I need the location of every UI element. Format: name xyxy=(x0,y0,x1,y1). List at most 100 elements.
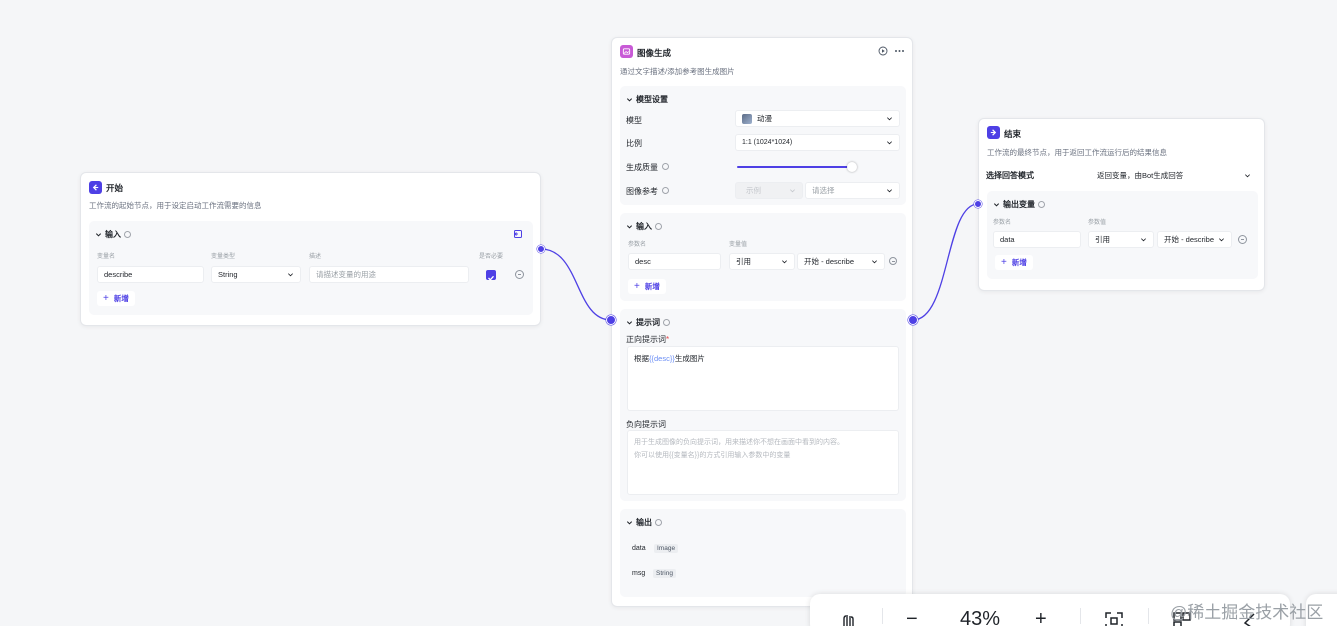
col-var-required: 是否必要 xyxy=(479,254,504,260)
run-icon[interactable] xyxy=(878,46,888,56)
remove-row-icon[interactable] xyxy=(515,270,524,279)
add-input-button[interactable]: + 新增 xyxy=(97,291,135,306)
more-icon[interactable] xyxy=(894,46,905,56)
col-var-desc: 描述 xyxy=(309,254,322,260)
answer-mode-select[interactable]: 返回变量，由Bot生成回答 xyxy=(1090,167,1258,184)
image-node-title: 图像生成 xyxy=(637,48,672,58)
zoom-out-button[interactable]: − xyxy=(906,608,918,626)
chevron-down-icon xyxy=(1219,238,1224,242)
zoom-in-button[interactable]: + xyxy=(1035,608,1047,626)
check-icon xyxy=(488,275,494,281)
positive-prompt-prefix: 根据 xyxy=(634,354,649,363)
var-name-input[interactable]: describe xyxy=(97,266,204,283)
positive-prompt-suffix: 生成图片 xyxy=(674,354,705,363)
model-settings-title[interactable]: 模型设置 xyxy=(626,94,668,105)
add-image-input-label: 新增 xyxy=(644,282,660,291)
col-var-value: 变量值 xyxy=(729,242,748,248)
chevron-down-icon xyxy=(872,260,877,264)
start-node[interactable]: 开始 工作流的起始节点，用于设定启动工作流需要的信息 输入 变量名 变量类型 描… xyxy=(80,172,541,326)
end-output-section: 输出变量 参数名 参数值 data 引用 开始 - describe + 新增 xyxy=(987,191,1258,279)
watermark: @稀土掘金技术社区 xyxy=(1170,603,1324,622)
chevron-down-icon xyxy=(782,260,787,264)
zoom-level: 43% xyxy=(960,608,1001,626)
required-checkbox[interactable] xyxy=(486,270,496,281)
image-output-title-text: 输出 xyxy=(636,518,652,527)
wire-image-to-end xyxy=(912,203,979,321)
chevron-down-icon xyxy=(887,189,892,193)
chevron-down-icon xyxy=(626,521,633,525)
quality-slider-knob[interactable] xyxy=(847,162,857,172)
info-icon xyxy=(663,319,670,326)
var-type-select[interactable]: String xyxy=(211,266,301,283)
param-ref-value: 开始 - describe xyxy=(804,257,855,266)
negative-prompt-textarea[interactable]: 用于生成图像的负向提示词，用来描述你不想在画面中看到的内容。 你可以使用{{变量… xyxy=(627,430,899,495)
prompt-section: 提示词 正向提示词* 根据{{desc}}生成图片 负向提示词 用于生成图像的负… xyxy=(620,309,906,501)
ref-label: 图像参考 xyxy=(626,186,670,197)
add-end-output-button[interactable]: + 新增 xyxy=(995,255,1033,270)
image-input-title-text: 输入 xyxy=(636,222,652,231)
end-node-desc: 工作流的最终节点，用于返回工作流运行后的结果信息 xyxy=(987,148,1167,157)
ratio-label: 比例 xyxy=(626,139,642,148)
end-output-title-text: 输出变量 xyxy=(1003,200,1035,209)
start-node-desc: 工作流的起始节点，用于设定启动工作流需要的信息 xyxy=(89,201,262,210)
start-input-title-text: 输入 xyxy=(105,230,121,239)
chevron-down-icon xyxy=(887,117,892,121)
end-param-name-input[interactable]: data xyxy=(993,231,1081,248)
end-input-port[interactable] xyxy=(974,200,982,208)
end-output-title[interactable]: 输出变量 xyxy=(993,199,1045,210)
image-output-title[interactable]: 输出 xyxy=(626,517,662,528)
chevron-down-icon xyxy=(626,321,633,325)
end-param-ref-select[interactable]: 开始 - describe xyxy=(1157,231,1232,248)
end-param-mode-value: 引用 xyxy=(1095,235,1110,244)
output-type-tag: String xyxy=(653,569,676,578)
image-input-title[interactable]: 输入 xyxy=(626,221,662,232)
image-node-desc: 通过文字描述/添加参考图生成图片 xyxy=(620,67,735,76)
fit-view-icon[interactable] xyxy=(1104,611,1124,626)
start-input-title[interactable]: 输入 xyxy=(95,229,131,240)
param-mode-select[interactable]: 引用 xyxy=(729,253,795,270)
quality-label: 生成质量 xyxy=(626,162,670,173)
positive-prompt-label-text: 正向提示词 xyxy=(626,335,666,344)
quality-label-text: 生成质量 xyxy=(626,163,658,172)
col-param-name: 参数名 xyxy=(993,220,1012,226)
toolbar-divider xyxy=(1148,608,1149,624)
plus-icon: + xyxy=(103,293,109,304)
info-icon xyxy=(655,519,662,526)
image-input-port[interactable] xyxy=(606,315,616,325)
col-var-name: 变量名 xyxy=(97,254,116,260)
model-label: 模型 xyxy=(626,116,642,125)
ref-type-select: 示例 xyxy=(735,182,803,199)
model-select[interactable]: 动漫 xyxy=(735,110,900,127)
image-output-port[interactable] xyxy=(908,315,918,325)
output-name: data xyxy=(632,545,646,552)
start-output-port[interactable] xyxy=(537,245,545,253)
remove-row-icon[interactable] xyxy=(889,257,897,265)
info-icon xyxy=(1038,201,1045,208)
ref-type-value: 示例 xyxy=(746,186,761,195)
toolbar-divider xyxy=(1080,608,1081,624)
input-export-icon[interactable] xyxy=(513,229,523,239)
chevron-down-icon xyxy=(1245,174,1250,178)
param-ref-select[interactable]: 开始 - describe xyxy=(797,253,885,270)
add-image-input-button[interactable]: + 新增 xyxy=(628,279,666,294)
prompt-title[interactable]: 提示词 xyxy=(626,317,670,328)
var-desc-input[interactable]: 请描述变量的用途 xyxy=(309,266,469,283)
ratio-select[interactable]: 1:1 (1024*1024) xyxy=(735,134,900,151)
end-node[interactable]: 结束 工作流的最终节点，用于返回工作流运行后的结果信息 选择回答模式 返回变量，… xyxy=(978,118,1265,291)
image-gen-node[interactable]: 图像生成 通过文字描述/添加参考图生成图片 模型设置 模型 动漫 比例 1:1 … xyxy=(611,37,913,607)
var-type-value: String xyxy=(218,270,238,279)
remove-row-icon[interactable] xyxy=(1238,235,1247,244)
quality-slider-track[interactable] xyxy=(737,166,852,168)
param-name-input[interactable]: desc xyxy=(628,253,721,270)
param-mode-value: 引用 xyxy=(736,257,751,266)
ref-image-select[interactable]: 请选择 xyxy=(805,182,900,199)
positive-prompt-textarea[interactable]: 根据{{desc}}生成图片 xyxy=(627,346,899,411)
end-node-title: 结束 xyxy=(1004,129,1022,139)
toolbar-divider xyxy=(882,608,883,624)
end-param-mode-select[interactable]: 引用 xyxy=(1088,231,1154,248)
negative-placeholder-line2: 你可以使用{{变量名}}的方式引用输入参数中的变量 xyxy=(634,452,791,459)
start-node-title: 开始 xyxy=(106,183,124,193)
hand-icon[interactable] xyxy=(838,610,858,626)
required-mark: * xyxy=(666,335,670,344)
col-param-name: 参数名 xyxy=(628,242,647,248)
